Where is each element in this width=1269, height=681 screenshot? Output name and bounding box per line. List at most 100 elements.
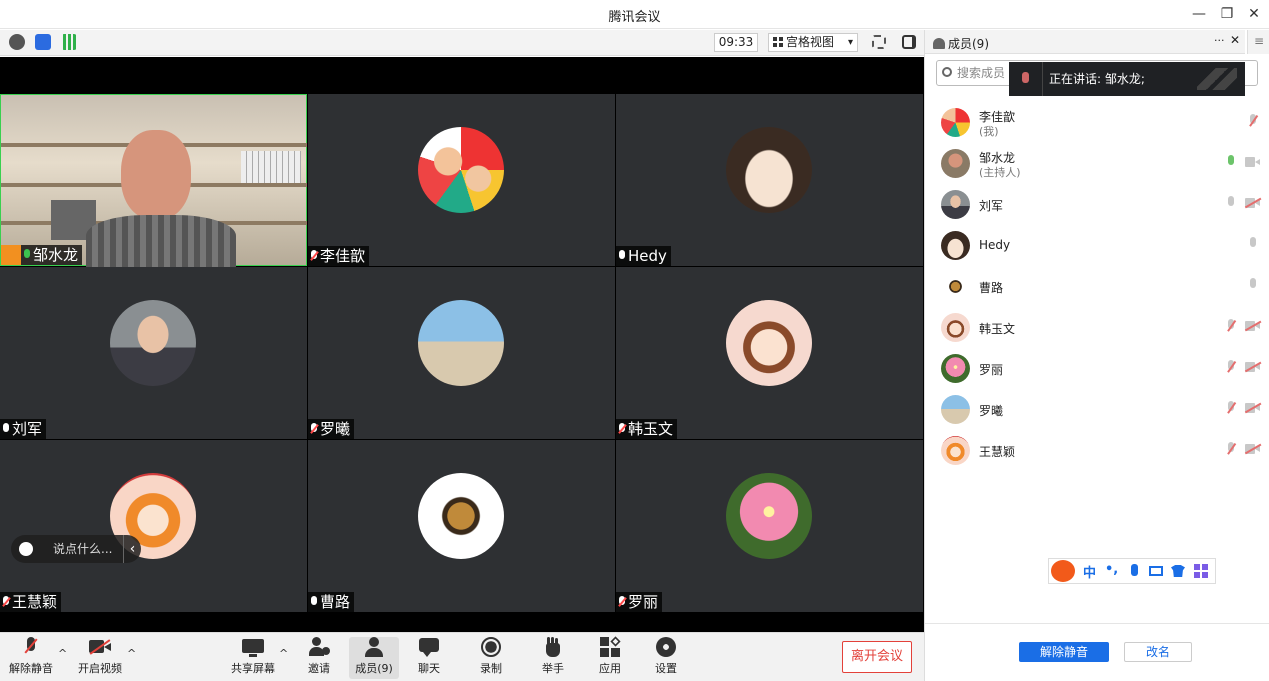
ime-punctuation-toggle[interactable]: •, (1105, 562, 1118, 577)
title-bar: 腾讯会议 — ❐ ✕ (0, 0, 1269, 29)
unmute-button[interactable]: 解除静音 (6, 637, 56, 676)
members-button[interactable]: 成员(9) (349, 637, 399, 679)
camera-off-icon[interactable] (1244, 361, 1262, 372)
share-screen-label: 共享屏幕 (231, 662, 275, 675)
member-name: 王慧颖 (979, 445, 1016, 459)
mic-icon[interactable] (1226, 196, 1236, 211)
member-row[interactable]: 王慧颖 (941, 432, 1262, 470)
tile-nametag: Hedy (616, 246, 671, 266)
info-icon[interactable] (9, 34, 25, 50)
raise-hand-button[interactable]: 举手 (534, 637, 572, 676)
ime-language-toggle[interactable]: 中 (1083, 562, 1096, 581)
member-row[interactable]: 罗丽 (941, 350, 1262, 388)
ime-toolbar[interactable]: 中 •, (1048, 558, 1216, 584)
tile-name: 韩玉文 (628, 420, 674, 438)
mic-muted-icon (618, 596, 626, 608)
chat-placeholder: 说点什么... (53, 542, 113, 556)
close-button[interactable]: ✕ (1243, 4, 1265, 24)
video-tile-wang-huiying[interactable]: 王慧颖 (0, 440, 307, 612)
mic-muted-icon[interactable] (1226, 401, 1236, 416)
video-tile-luo-li[interactable]: 罗丽 (616, 440, 923, 612)
network-signal-icon[interactable] (61, 34, 77, 50)
start-video-button[interactable]: 开启视频 (76, 637, 124, 676)
avatar (726, 473, 812, 559)
tile-name: 李佳歆 (320, 247, 366, 265)
chat-button[interactable]: 聊天 (410, 637, 448, 676)
panel-title: 成员(9) (933, 35, 989, 52)
mic-muted-icon[interactable] (1226, 442, 1236, 457)
mic-icon[interactable] (1248, 278, 1258, 293)
member-row[interactable]: 罗曦 (941, 391, 1262, 429)
invite-button[interactable]: 邀请 (300, 637, 338, 676)
meeting-top-toolbar: 09:33 宫格视图 ▾ (0, 30, 924, 56)
member-row[interactable]: 李佳歆 (我) (941, 104, 1261, 142)
mic-muted-icon[interactable] (1226, 319, 1236, 334)
skin-icon[interactable] (1171, 565, 1185, 577)
member-row[interactable]: 刘军 (941, 186, 1262, 224)
camera-off-icon[interactable] (1244, 197, 1262, 208)
person-face (121, 130, 191, 220)
voice-input-icon[interactable] (1131, 564, 1138, 576)
avatar (941, 272, 970, 301)
video-tile-han-yuwen[interactable]: 韩玉文 (616, 267, 923, 439)
member-role: (我) (979, 125, 999, 138)
close-panel-button[interactable]: ✕ (1230, 33, 1240, 47)
collapse-chat-button[interactable]: ‹ (123, 535, 141, 563)
fullscreen-icon[interactable] (872, 35, 886, 49)
apps-button[interactable]: 应用 (591, 636, 629, 676)
mic-muted-icon[interactable] (1248, 114, 1258, 129)
keyboard-icon[interactable] (1149, 566, 1163, 576)
restore-button[interactable]: ❐ (1216, 4, 1238, 24)
member-row[interactable]: Hedy (941, 227, 1261, 265)
settings-button[interactable]: 设置 (647, 637, 685, 676)
search-icon (942, 67, 952, 77)
camera-off-icon[interactable] (1244, 402, 1262, 413)
quick-chat-input[interactable]: 说点什么... ‹ (11, 535, 141, 563)
mic-muted-icon[interactable] (1226, 360, 1236, 375)
record-button[interactable]: 录制 (472, 637, 510, 676)
video-tile-zou-shuilong[interactable]: 邹水龙 (0, 94, 307, 267)
member-row[interactable]: 曹路 (941, 268, 1261, 306)
avatar (941, 149, 970, 178)
camera-off-icon (89, 637, 111, 657)
camera-off-icon[interactable] (1244, 443, 1262, 454)
minimize-button[interactable]: — (1188, 4, 1210, 24)
tile-nametag: 邹水龙 (1, 245, 83, 265)
gear-icon (655, 637, 677, 657)
view-mode-label: 宫格视图 (786, 35, 835, 49)
more-options-button[interactable]: ··· (1214, 34, 1225, 47)
video-tile-liu-jun[interactable]: 刘军 (0, 267, 307, 439)
tile-name: 曹路 (320, 593, 351, 611)
audio-options-caret[interactable]: ^ (58, 647, 67, 660)
search-placeholder: 搜索成员 (957, 66, 1006, 80)
emoji-icon[interactable] (19, 542, 33, 556)
mic-on-icon[interactable] (1226, 155, 1236, 170)
video-tile-hedy[interactable]: Hedy (616, 94, 923, 266)
toolbox-icon[interactable] (1194, 564, 1208, 578)
video-tile-luo-xi[interactable]: 罗曦 (308, 267, 615, 439)
avatar (941, 190, 970, 219)
member-row[interactable]: 韩玉文 (941, 309, 1262, 347)
video-options-caret[interactable]: ^ (127, 647, 136, 660)
video-tile-cao-lu[interactable]: 曹路 (308, 440, 615, 612)
camera-icon[interactable] (1245, 157, 1261, 167)
rename-button[interactable]: 改名 (1124, 642, 1192, 662)
tile-nametag: 王慧颖 (0, 592, 62, 612)
raise-hand-label: 举手 (542, 662, 564, 675)
view-mode-dropdown[interactable]: 宫格视图 ▾ (768, 33, 858, 52)
leave-meeting-button[interactable]: 离开会议 (842, 641, 912, 673)
video-tile-li-jiaxin[interactable]: 李佳歆 (308, 94, 615, 266)
shield-icon[interactable] (35, 34, 51, 50)
side-menu-button[interactable]: ≡ (1247, 30, 1269, 54)
record-label: 录制 (480, 662, 502, 675)
share-screen-button[interactable]: 共享屏幕 (228, 637, 278, 676)
mic-icon[interactable] (1248, 237, 1258, 252)
sidebar-toggle-icon[interactable] (902, 35, 916, 49)
unmute-self-button[interactable]: 解除静音 (1019, 642, 1109, 662)
avatar (418, 127, 504, 213)
avatar (941, 313, 970, 342)
camera-off-icon[interactable] (1244, 320, 1262, 331)
avatar (726, 300, 812, 386)
share-options-caret[interactable]: ^ (279, 647, 288, 660)
member-row[interactable]: 邹水龙 (主持人) (941, 145, 1261, 183)
